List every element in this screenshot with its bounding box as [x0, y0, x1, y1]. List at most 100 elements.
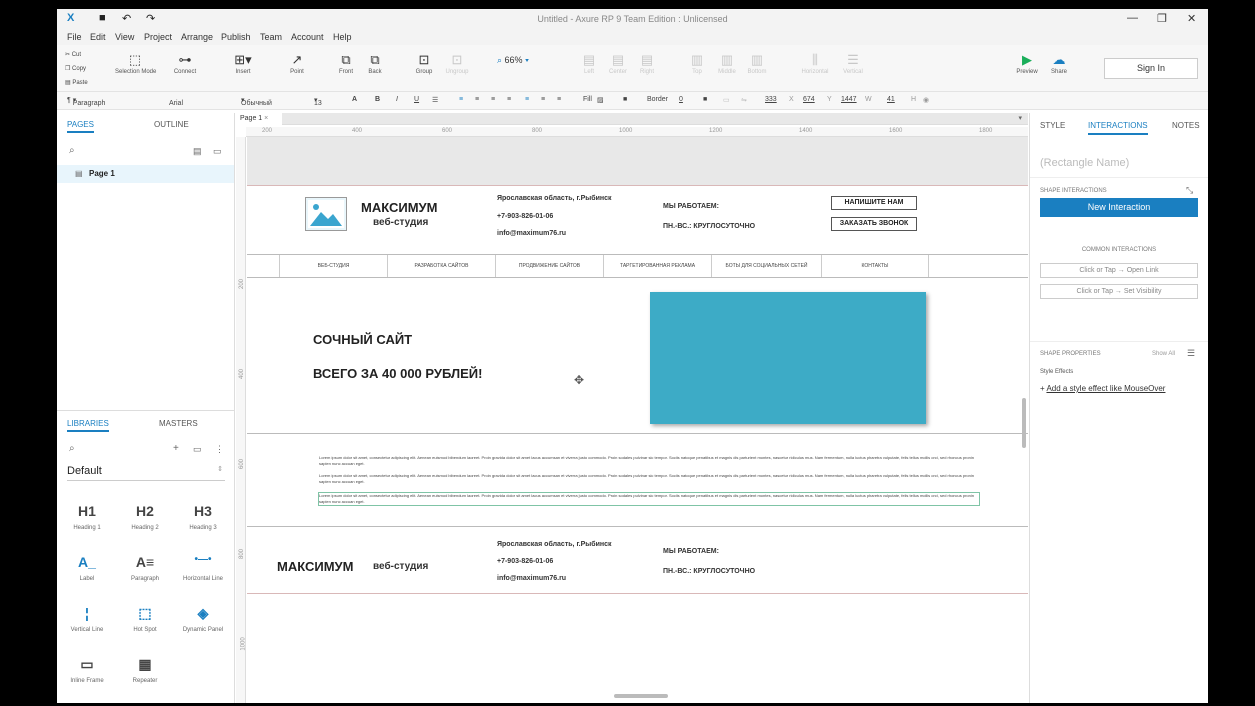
insert-button[interactable]: ⊞▾ Insert — [223, 51, 263, 75]
sign-in-button[interactable]: Sign In — [1104, 58, 1198, 79]
tab-pages[interactable]: PAGES — [67, 120, 94, 133]
italic-icon[interactable]: I — [396, 96, 398, 103]
list-icon[interactable]: ☰ — [432, 96, 438, 104]
selection-mode-button[interactable]: ⬚ Selection Mode — [115, 51, 156, 75]
add-folder-icon[interactable]: ▭ — [213, 146, 222, 157]
tab-outline[interactable]: OUTLINE — [154, 120, 189, 129]
minimize-icon[interactable]: — — [1127, 12, 1138, 24]
add-library-icon[interactable]: + — [173, 443, 179, 454]
widget-inline-frame[interactable]: ▭ Inline Frame — [57, 656, 117, 684]
align-bottom-button[interactable]: ▥ Bottom — [737, 51, 777, 75]
tab-interactions[interactable]: INTERACTIONS — [1088, 121, 1148, 135]
visibility-eye-icon[interactable]: ◉ — [923, 96, 929, 104]
style-select[interactable]: ¶ Paragraph ▾ — [67, 96, 105, 107]
menu-view[interactable]: View — [115, 32, 134, 42]
menu-team[interactable]: Team — [260, 32, 282, 42]
align-right-button[interactable]: ▤ Right — [627, 51, 667, 75]
widget-dynamic-panel[interactable]: ◈ Dynamic Panel — [173, 605, 233, 633]
nav-item-promotion[interactable]: ПРОДВИЖЕНИЕ САЙТОВ — [495, 255, 603, 277]
set-visibility-button[interactable]: Click or Tap → Set Visibility — [1040, 284, 1198, 299]
maximize-icon[interactable]: ❐ — [1157, 12, 1167, 25]
weight-select[interactable]: Обычный ▾ — [241, 96, 272, 107]
x-input[interactable]: 333 — [765, 96, 777, 103]
cut-button[interactable]: ✂ Cut — [65, 48, 88, 62]
zoom-control[interactable]: ⌕ 66% ▾ — [497, 51, 553, 69]
horizontal-scrollbar[interactable] — [614, 694, 668, 698]
border-width-input[interactable]: 0 — [679, 96, 683, 103]
library-select[interactable]: Default ⇕ — [67, 465, 225, 481]
share-button[interactable]: ☁ Share — [1039, 51, 1079, 75]
ungroup-button[interactable]: ⊡ Ungroup — [437, 51, 477, 75]
tab-notes[interactable]: NOTES — [1172, 121, 1200, 130]
hero-rectangle[interactable] — [650, 292, 926, 424]
tab-dropdown-icon[interactable]: ▾ — [1018, 114, 1022, 122]
add-style-effect-link[interactable]: + Add a style effect like MouseOver — [1040, 384, 1165, 393]
menu-arrange[interactable]: Arrange — [181, 32, 213, 42]
canvas-area[interactable]: Page 1 × ▾ 200 400 600 800 1000 1200 140… — [236, 113, 1028, 703]
point-button[interactable]: ↗ Point — [277, 51, 317, 75]
nav-item-studio[interactable]: ВЕБ-СТУДИЯ — [279, 255, 387, 277]
distribute-horizontal-button[interactable]: ⫼ Horizontal — [795, 51, 835, 75]
fill-color-swatch[interactable]: ▨ — [597, 96, 604, 104]
border-sides-icon[interactable]: ⇋ — [741, 96, 747, 104]
widget-hot-spot[interactable]: ⬚ Hot Spot — [115, 605, 175, 633]
connect-button[interactable]: ⊶ Connect — [165, 51, 205, 75]
align-text-right-icon[interactable]: ≡ — [491, 96, 495, 103]
add-page-icon[interactable]: ▤ — [193, 146, 202, 157]
justify-text-icon[interactable]: ≡ — [507, 96, 511, 103]
align-text-left-icon[interactable]: ≡ — [459, 96, 463, 103]
library-search-icon[interactable]: ⌕ — [69, 443, 75, 454]
menu-project[interactable]: Project — [144, 32, 172, 42]
distribute-vertical-button[interactable]: ☰ Vertical — [833, 51, 873, 75]
fill-picker-icon[interactable]: ■ — [623, 96, 627, 103]
close-tab-icon[interactable]: × — [264, 115, 268, 122]
paste-button[interactable]: ▤ Paste — [65, 76, 88, 90]
underline-icon[interactable]: U — [414, 96, 419, 103]
collapse-icon[interactable]: ⤡ — [1186, 185, 1193, 196]
menu-publish[interactable]: Publish — [221, 32, 251, 42]
menu-help[interactable]: Help — [333, 32, 352, 42]
widget-paragraph[interactable]: A≡ Paragraph — [115, 554, 175, 582]
nav-item-development[interactable]: РАЗРАБОТКА САЙТОВ — [387, 255, 495, 277]
border-style-icon[interactable]: ▭ — [723, 96, 730, 104]
lorem-paragraph-selected[interactable]: Lorem ipsum dolor sit amet, consectetur … — [318, 492, 980, 506]
tab-style[interactable]: STYLE — [1040, 121, 1065, 130]
height-input[interactable]: 41 — [887, 96, 895, 103]
widget-vertical-line[interactable]: ¦ Vertical Line — [57, 605, 117, 633]
valign-middle-icon[interactable]: ≡ — [541, 96, 545, 103]
y-input[interactable]: 674 — [803, 96, 815, 103]
back-button[interactable]: ⧉ Back — [355, 51, 395, 75]
border-color-icon[interactable]: ■ — [703, 96, 707, 103]
widget-horizontal-line[interactable]: •—• Horizontal Line — [173, 554, 233, 582]
widget-heading-1[interactable]: H1 Heading 1 — [57, 503, 117, 531]
open-link-button[interactable]: Click or Tap → Open Link — [1040, 263, 1198, 278]
align-text-center-icon[interactable]: ≡ — [475, 96, 479, 103]
text-color-icon[interactable]: A — [352, 96, 357, 103]
font-size-select[interactable]: 13 ▾ — [314, 96, 322, 107]
valign-top-icon[interactable]: ≡ — [525, 96, 529, 103]
width-input[interactable]: 1447 — [841, 96, 857, 103]
valign-bottom-icon[interactable]: ≡ — [557, 96, 561, 103]
close-icon[interactable]: ✕ — [1187, 12, 1196, 25]
logo-image-placeholder[interactable] — [305, 197, 347, 231]
nav-item-ads[interactable]: ТАРГЕТИРОВАННАЯ РЕКЛАМА — [603, 255, 711, 277]
menu-file[interactable]: File — [67, 32, 82, 42]
page-item-page1[interactable]: ▤ Page 1 — [57, 165, 234, 183]
widget-label[interactable]: A_ Label — [57, 554, 117, 582]
library-folder-icon[interactable]: ▭ — [193, 444, 202, 455]
tab-masters[interactable]: MASTERS — [159, 419, 198, 428]
copy-button[interactable]: ❐ Copy — [65, 62, 88, 76]
nav-item-bots[interactable]: БОТЫ ДЛЯ СОЦИАЛЬНЫХ СЕТЕЙ — [711, 255, 821, 277]
vertical-scrollbar[interactable] — [1022, 398, 1026, 448]
write-us-button[interactable]: НАПИШИТЕ НАМ — [831, 196, 917, 210]
nav-item-contacts[interactable]: КОНТАКТЫ — [821, 255, 929, 277]
tab-libraries[interactable]: LIBRARIES — [67, 419, 109, 432]
menu-account[interactable]: Account — [291, 32, 324, 42]
order-call-button[interactable]: ЗАКАЗАТЬ ЗВОНОК — [831, 217, 917, 231]
widget-heading-2[interactable]: H2 Heading 2 — [115, 503, 175, 531]
bold-icon[interactable]: B — [375, 96, 380, 103]
shape-name-input[interactable]: (Rectangle Name) — [1040, 157, 1129, 169]
show-all-link[interactable]: Show All — [1152, 351, 1175, 357]
new-interaction-button[interactable]: New Interaction — [1040, 198, 1198, 217]
widget-heading-3[interactable]: H3 Heading 3 — [173, 503, 233, 531]
